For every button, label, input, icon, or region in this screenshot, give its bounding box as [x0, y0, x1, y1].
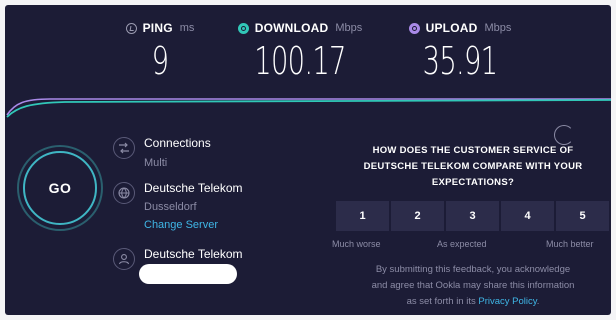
- survey-question: HOW DOES THE CUSTOMER SERVICE OF DEUTSCH…: [330, 143, 611, 191]
- disclaimer-line: By submitting this feedback, you acknowl…: [375, 264, 571, 275]
- scale-label-low: Much worse: [332, 239, 381, 249]
- loading-spinner-icon: [554, 125, 574, 145]
- ping-value: 9: [151, 39, 169, 83]
- survey-question-line: HOW DOES THE CUSTOMER SERVICE OF: [372, 145, 574, 156]
- rating-button-1[interactable]: 1: [336, 201, 389, 231]
- globe-icon: [113, 182, 135, 204]
- user-icon: [113, 248, 135, 270]
- download-value: 100.17: [254, 39, 346, 83]
- download-label: DOWNLOAD: [254, 21, 329, 35]
- disclaimer-line: and agree that Ookla may share this info…: [371, 280, 575, 291]
- privacy-policy-link[interactable]: Privacy Policy: [478, 296, 536, 307]
- upload-metric: UPLOAD Mbps 35.91: [390, 21, 530, 81]
- rating-button-3[interactable]: 3: [446, 201, 499, 231]
- download-metric: DOWNLOAD Mbps 100.17: [225, 21, 375, 81]
- rating-buttons: 1 2 3 4 5: [336, 201, 609, 231]
- ping-label: PING: [142, 21, 173, 35]
- connections-title: Connections: [144, 136, 211, 150]
- ping-unit: ms: [179, 22, 195, 34]
- rating-button-2[interactable]: 2: [391, 201, 444, 231]
- go-button[interactable]: GO: [23, 151, 97, 225]
- upload-icon: [408, 22, 420, 34]
- disclaimer-period: .: [536, 296, 540, 307]
- download-graph-line: [6, 99, 611, 118]
- rating-button-5[interactable]: 5: [556, 201, 609, 231]
- survey-question-line: EXPECTATIONS?: [431, 177, 515, 188]
- ping-icon: [125, 22, 137, 34]
- redacted-ip: [139, 264, 237, 284]
- server-name: Deutsche Telekom: [144, 181, 243, 195]
- scale-label-mid: As expected: [437, 239, 487, 249]
- change-server-link[interactable]: Change Server: [144, 219, 218, 231]
- provider-name: Deutsche Telekom: [144, 247, 243, 261]
- scale-label-high: Much better: [546, 239, 594, 249]
- upload-label: UPLOAD: [425, 21, 478, 35]
- speedtest-panel: PING ms 9 DOWNLOAD Mbps 100.17 UPLOAD Mb…: [5, 5, 611, 315]
- ping-metric: PING ms 9: [105, 21, 215, 81]
- download-unit: Mbps: [335, 22, 363, 34]
- connections-mode[interactable]: Multi: [144, 157, 167, 169]
- speed-graph: [6, 98, 611, 118]
- upload-value: 35.91: [422, 39, 498, 83]
- download-icon: [237, 22, 249, 34]
- survey-question-line: DEUTSCHE TELEKOM COMPARE WITH YOUR: [363, 161, 583, 172]
- rating-button-4[interactable]: 4: [501, 201, 554, 231]
- disclaimer-line: as set forth in its Privacy Policy.: [330, 294, 611, 310]
- disclaimer-text: as set forth in its: [406, 296, 479, 307]
- server-location: Dusseldorf: [144, 201, 197, 213]
- connections-icon: [113, 137, 135, 159]
- upload-unit: Mbps: [484, 22, 512, 34]
- feedback-disclaimer: By submitting this feedback, you acknowl…: [330, 262, 611, 310]
